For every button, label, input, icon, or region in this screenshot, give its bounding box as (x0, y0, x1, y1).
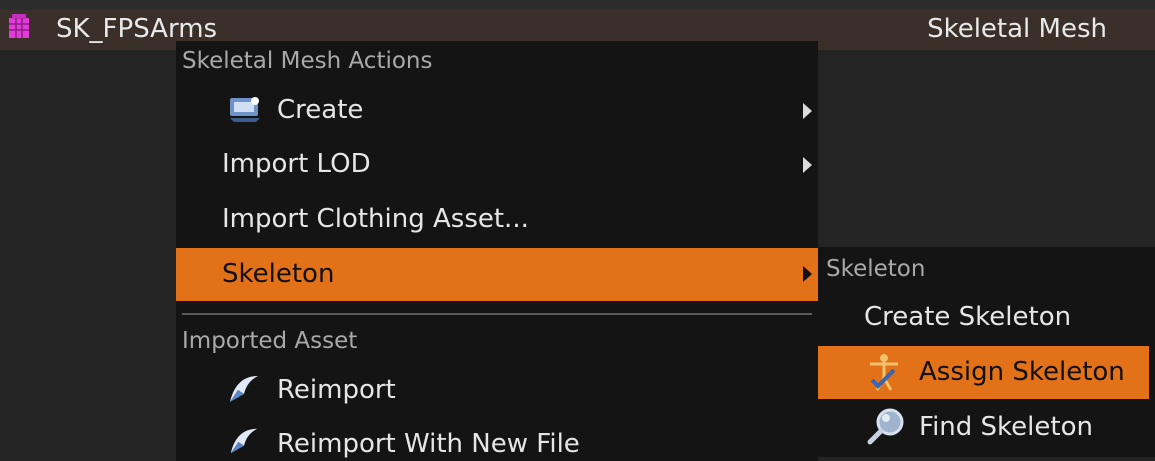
submenu-item-create-skeleton-label: Create Skeleton (864, 302, 1072, 332)
menu-separator (182, 313, 812, 315)
menu-item-skeleton-label: Skeleton (222, 259, 335, 289)
submenu-arrow-icon (803, 103, 812, 119)
submenu-arrow-icon (803, 157, 812, 173)
reimport-icon (230, 428, 258, 454)
create-icon (230, 97, 260, 122)
submenu-header-skeleton: Skeleton (826, 256, 926, 282)
menu-item-create[interactable] (176, 84, 818, 136)
menu-item-import-lod-label: Import LOD (222, 149, 371, 179)
magnifier-icon (867, 408, 904, 445)
menu-item-reimport[interactable] (176, 364, 818, 416)
menu-item-create-label: Create (277, 95, 364, 125)
asset-type: Skeletal Mesh (927, 14, 1107, 44)
menu-item-reimport-label: Reimport (277, 375, 396, 405)
assign-skeleton-icon (870, 354, 898, 391)
section-header-imported-asset: Imported Asset (182, 328, 358, 354)
section-header-skeletal-mesh-actions: Skeletal Mesh Actions (182, 48, 433, 74)
submenu-item-find-skeleton-label: Find Skeleton (919, 412, 1093, 442)
menu-item-reimport-with-new-file-label: Reimport With New File (277, 429, 580, 459)
reimport-icon (230, 376, 258, 402)
submenu-item-assign-skeleton-label: Assign Skeleton (919, 357, 1125, 387)
menu-item-import-clothing-asset-label: Import Clothing Asset... (222, 204, 529, 234)
skeletal-mesh-icon (9, 14, 29, 38)
submenu-arrow-icon (803, 266, 812, 282)
previous-asset-row[interactable] (0, 0, 1155, 10)
